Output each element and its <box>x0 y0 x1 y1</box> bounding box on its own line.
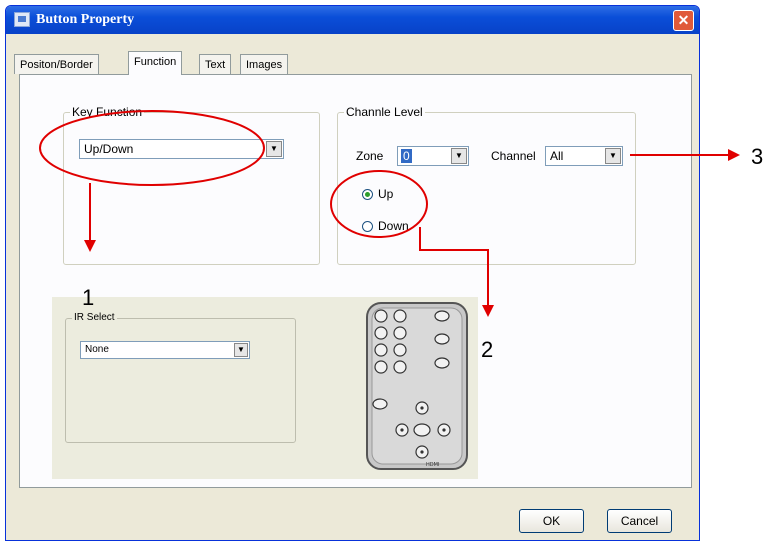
annotation-label-3: 3 <box>751 144 764 169</box>
annotation-arrow-2-line <box>419 227 489 305</box>
arrow-down-icon <box>482 305 494 317</box>
arrow-down-icon <box>84 240 96 252</box>
annotation-ellipse-radio <box>330 170 428 238</box>
annotation-label-1: 1 <box>82 285 95 310</box>
arrow-right-icon <box>728 149 740 161</box>
tab-label: Function <box>134 56 177 68</box>
annotation-ellipse-key-function <box>39 110 265 186</box>
tab-function[interactable]: Function <box>128 51 183 75</box>
annotation-label-2: 2 <box>481 337 494 362</box>
annotation-overlay <box>39 110 740 317</box>
